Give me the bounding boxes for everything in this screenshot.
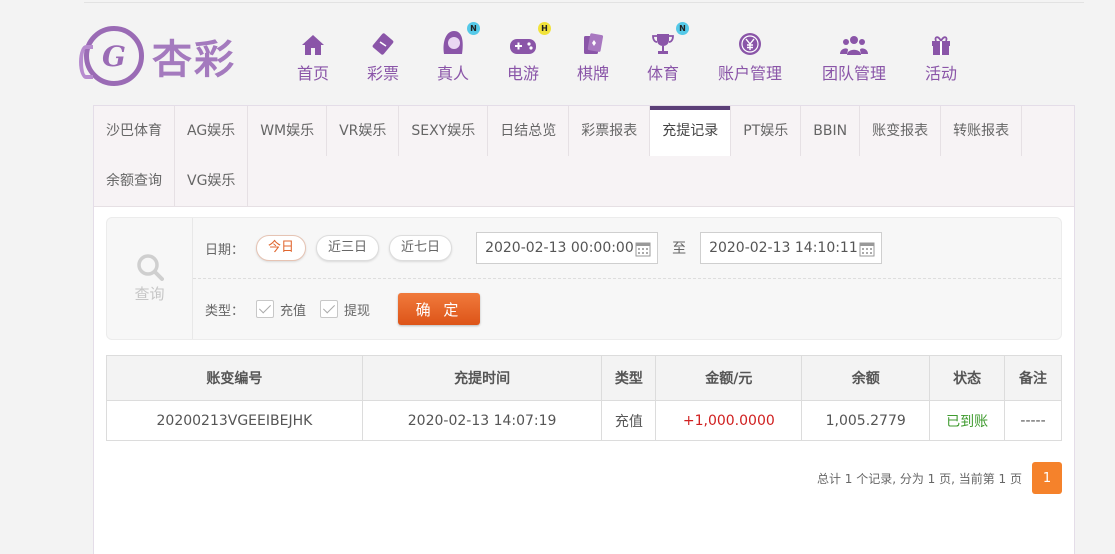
team-icon bbox=[840, 28, 868, 56]
site-logo[interactable]: G 杏彩 bbox=[79, 25, 244, 87]
start-date-input[interactable]: 2020-02-13 00:00:00 bbox=[476, 232, 659, 264]
checkbox[interactable] bbox=[256, 300, 275, 318]
tab-deposit-withdraw[interactable]: 充提记录 bbox=[650, 106, 732, 156]
tab-vg[interactable]: VG娱乐 bbox=[175, 156, 249, 206]
pagination: 总计 1 个记录, 分为 1 页, 当前第 1 页 1 bbox=[817, 462, 1062, 494]
tab-wm[interactable]: WM娱乐 bbox=[248, 106, 328, 156]
tab-daily-summary[interactable]: 日结总览 bbox=[488, 106, 570, 156]
col-time: 充提时间 bbox=[361, 355, 603, 401]
cell-status: 已到账 bbox=[929, 400, 1006, 441]
page-button-current[interactable]: 1 bbox=[1032, 462, 1062, 494]
logo-text: 杏彩 bbox=[152, 36, 236, 83]
tab-account-change[interactable]: 账变报表 bbox=[860, 106, 942, 156]
search-side: 查询 bbox=[107, 218, 193, 339]
start-date-value: 2020-02-13 00:00:00 bbox=[485, 240, 634, 256]
col-remark: 备注 bbox=[1004, 355, 1062, 401]
lottery-ticket-icon bbox=[371, 28, 395, 56]
cell-amount: +1,000.0000 bbox=[655, 400, 803, 441]
confirm-button[interactable]: 确 定 bbox=[398, 293, 481, 325]
new-badge: N bbox=[467, 22, 480, 35]
end-date-input[interactable]: 2020-02-13 14:10:11 bbox=[700, 232, 883, 264]
type-row: 类型： 充值 提现 确 定 bbox=[193, 279, 1061, 339]
tab-lottery-report[interactable]: 彩票报表 bbox=[569, 106, 651, 156]
pagination-summary: 总计 1 个记录, 分为 1 页, 当前第 1 页 bbox=[816, 471, 1022, 486]
type-withdraw-checkbox[interactable]: 提现 bbox=[320, 300, 370, 319]
report-panel: 沙巴体育 AG娱乐 WM娱乐 VR娱乐 SEXY娱乐 日结总览 彩票报表 充提记… bbox=[93, 105, 1075, 554]
home-icon bbox=[301, 28, 325, 56]
search-form: 查询 日期： 今日 近三日 近七日 2020-02-13 00:00:00 至 … bbox=[106, 217, 1062, 340]
tab-sexy[interactable]: SEXY娱乐 bbox=[399, 106, 489, 156]
checkbox-label: 充值 bbox=[280, 303, 307, 319]
cell-remark: ----- bbox=[1004, 400, 1062, 441]
nav-label: 团队管理 bbox=[821, 64, 886, 83]
top-divider bbox=[84, 0, 1084, 3]
tab-saba-sports[interactable]: 沙巴体育 bbox=[94, 106, 175, 156]
col-amount: 金额/元 bbox=[655, 355, 803, 401]
tab-pt[interactable]: PT娱乐 bbox=[731, 106, 802, 156]
tab-ag[interactable]: AG娱乐 bbox=[175, 106, 249, 156]
main-nav: 首页 彩票 N 真人 H 电游 棋牌 N 体育 账户管理 团队管理 活动 bbox=[278, 22, 976, 88]
nav-label: 棋牌 bbox=[576, 64, 609, 83]
hot-badge: H bbox=[538, 22, 551, 35]
nav-label: 活动 bbox=[924, 64, 957, 83]
nav-item-account[interactable]: 账户管理 bbox=[698, 28, 802, 88]
live-dealer-icon: N bbox=[440, 22, 480, 56]
nav-label: 体育 bbox=[646, 64, 679, 83]
nav-label: 电游 bbox=[506, 64, 539, 83]
range-7days-button[interactable]: 近七日 bbox=[389, 235, 453, 261]
new-badge: N bbox=[676, 22, 689, 35]
gamepad-icon: H bbox=[509, 22, 551, 56]
tab-vr[interactable]: VR娱乐 bbox=[327, 106, 400, 156]
table-header-row: 账变编号 充提时间 类型 金额/元 余额 状态 备注 bbox=[106, 355, 1062, 401]
nav-item-team[interactable]: 团队管理 bbox=[802, 28, 906, 88]
cell-type: 充值 bbox=[601, 400, 657, 441]
range-today-button[interactable]: 今日 bbox=[256, 235, 307, 261]
cards-icon bbox=[581, 28, 605, 56]
end-date-value: 2020-02-13 14:10:11 bbox=[709, 240, 858, 256]
tab-balance-query[interactable]: 余额查询 bbox=[94, 156, 175, 206]
logo-mark: G bbox=[79, 26, 144, 86]
nav-item-live[interactable]: N 真人 bbox=[418, 22, 488, 88]
checkbox-label: 提现 bbox=[344, 303, 371, 319]
report-tabs: 沙巴体育 AG娱乐 WM娱乐 VR娱乐 SEXY娱乐 日结总览 彩票报表 充提记… bbox=[94, 106, 1074, 207]
gift-icon bbox=[930, 28, 952, 56]
table-row: 20200213VGEEIBEJHK 2020-02-13 14:07:19 充… bbox=[106, 400, 1062, 441]
nav-item-chess[interactable]: 棋牌 bbox=[558, 28, 628, 88]
yen-coin-icon bbox=[738, 28, 762, 56]
cell-balance: 1,005.2779 bbox=[801, 400, 931, 441]
calendar-icon bbox=[635, 242, 651, 257]
trophy-icon: N bbox=[651, 22, 689, 56]
date-row: 日期： 今日 近三日 近七日 2020-02-13 00:00:00 至 202… bbox=[193, 218, 1061, 279]
type-deposit-checkbox[interactable]: 充值 bbox=[256, 300, 306, 319]
col-transaction-id: 账变编号 bbox=[106, 355, 363, 401]
nav-label: 首页 bbox=[296, 64, 329, 83]
tab-bbin[interactable]: BBIN bbox=[801, 106, 861, 156]
nav-label: 账户管理 bbox=[717, 64, 782, 83]
nav-label: 真人 bbox=[436, 64, 469, 83]
nav-item-home[interactable]: 首页 bbox=[278, 28, 348, 88]
to-label: 至 bbox=[672, 241, 687, 257]
nav-item-egames[interactable]: H 电游 bbox=[488, 22, 558, 88]
date-label: 日期： bbox=[205, 242, 245, 258]
nav-item-lottery[interactable]: 彩票 bbox=[348, 28, 418, 88]
nav-item-promo[interactable]: 活动 bbox=[906, 28, 976, 88]
calendar-icon bbox=[859, 242, 875, 257]
search-icon bbox=[136, 254, 164, 281]
col-status: 状态 bbox=[929, 355, 1006, 401]
nav-label: 彩票 bbox=[366, 64, 399, 83]
search-side-label: 查询 bbox=[134, 285, 165, 303]
nav-item-sports[interactable]: N 体育 bbox=[628, 22, 698, 88]
cell-transaction-id: 20200213VGEEIBEJHK bbox=[106, 400, 363, 441]
cell-time: 2020-02-13 14:07:19 bbox=[361, 400, 603, 441]
col-type: 类型 bbox=[601, 355, 657, 401]
range-3days-button[interactable]: 近三日 bbox=[316, 235, 380, 261]
type-label: 类型： bbox=[205, 303, 245, 319]
tab-transfer-report[interactable]: 转账报表 bbox=[941, 106, 1023, 156]
records-table: 账变编号 充提时间 类型 金额/元 余额 状态 备注 20200213VGEEI… bbox=[106, 355, 1062, 441]
col-balance: 余额 bbox=[801, 355, 931, 401]
checkbox[interactable] bbox=[320, 300, 339, 318]
